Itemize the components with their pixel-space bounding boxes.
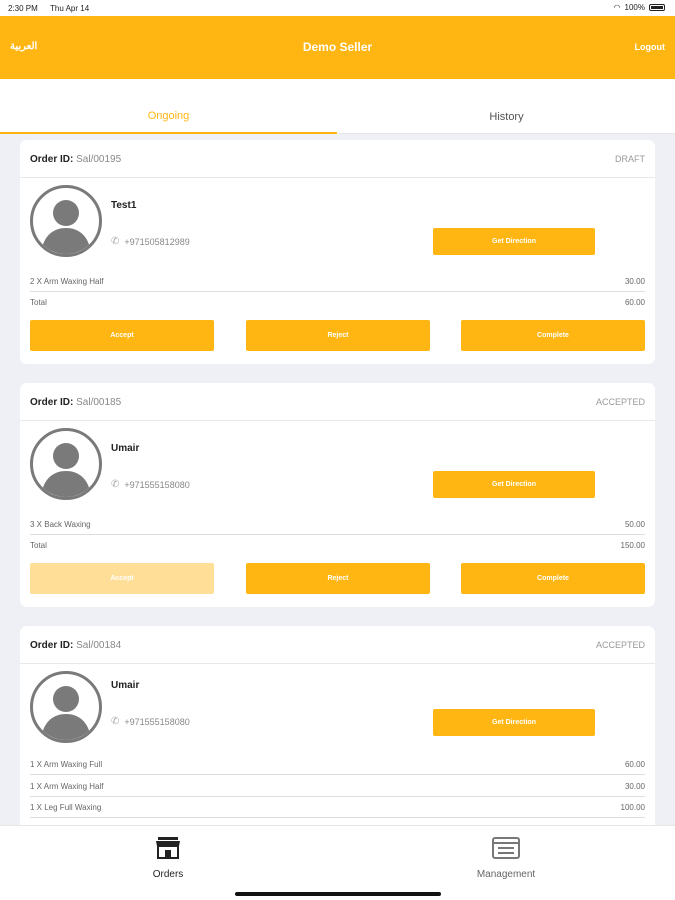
bottom-nav: Orders Management xyxy=(0,825,675,900)
phone-icon: ✆ xyxy=(111,236,120,247)
item-name: 1 X Leg Full Waxing xyxy=(30,803,102,812)
reject-button[interactable]: Reject xyxy=(246,320,430,351)
order-item: 3 X Back Waxing 50.00 xyxy=(30,515,645,535)
order-total-row: Total 60.00 xyxy=(30,293,645,313)
order-id-label: Order ID: xyxy=(30,640,74,651)
complete-button[interactable]: Complete xyxy=(461,320,645,351)
get-direction-button[interactable]: Get Direction xyxy=(433,471,595,498)
order-item: 1 X Leg Full Waxing 100.00 xyxy=(30,798,645,818)
accept-button[interactable]: Accept xyxy=(30,563,214,594)
customer-phone[interactable]: +971555158080 xyxy=(124,717,189,727)
phone-icon: ✆ xyxy=(111,716,120,727)
nav-management-label: Management xyxy=(476,869,536,880)
battery-icon xyxy=(649,4,665,11)
order-id: Sal/00184 xyxy=(76,640,122,651)
get-direction-button[interactable]: Get Direction xyxy=(433,228,595,255)
order-status: ACCEPTED xyxy=(595,640,645,650)
order-card-header: Order ID: Sal/00185 ACCEPTED xyxy=(20,383,655,421)
order-card-header: Order ID: Sal/00195 DRAFT xyxy=(20,140,655,178)
customer-avatar xyxy=(30,185,102,257)
nav-orders[interactable]: Orders xyxy=(68,836,268,880)
app-header: العربية Demo Seller Logout xyxy=(0,16,675,79)
order-status: DRAFT xyxy=(615,154,645,164)
customer-name: Umair xyxy=(111,443,140,454)
order-tabs: Ongoing History xyxy=(0,79,675,134)
order-item: 2 X Arm Waxing Half 30.00 xyxy=(30,272,645,292)
orders-list[interactable]: Order ID: Sal/00195 DRAFT Test1 ✆ +971505… xyxy=(0,134,675,825)
battery-percent: 100% xyxy=(624,3,645,12)
order-card: Order ID: Sal/00184 ACCEPTED Umair ✆ +971… xyxy=(20,626,655,825)
reject-button[interactable]: Reject xyxy=(246,563,430,594)
item-name: 1 X Arm Waxing Full xyxy=(30,760,103,769)
customer-name: Test1 xyxy=(111,200,137,211)
customer-avatar xyxy=(30,428,102,500)
item-name: 3 X Back Waxing xyxy=(30,520,91,529)
total-label: Total xyxy=(30,541,47,550)
store-icon xyxy=(156,837,180,859)
customer-phone[interactable]: +971555158080 xyxy=(124,480,189,490)
total-amount: 60.00 xyxy=(624,298,645,307)
order-id: Sal/00195 xyxy=(76,154,122,165)
order-total-row: Total 150.00 xyxy=(30,536,645,556)
order-id-label: Order ID: xyxy=(30,397,74,408)
status-bar: 2:30 PM Thu Apr 14 ◠ 100% xyxy=(0,0,675,16)
customer-phone[interactable]: +971505812989 xyxy=(124,237,189,247)
total-label: Total xyxy=(30,298,47,307)
customer-name: Umair xyxy=(111,680,140,691)
order-item: 1 X Arm Waxing Full 60.00 xyxy=(30,755,645,775)
order-id-label: Order ID: xyxy=(30,154,74,165)
wifi-icon: ◠ xyxy=(613,3,621,12)
management-icon xyxy=(492,837,520,859)
order-status: ACCEPTED xyxy=(595,397,645,407)
logout-button[interactable]: Logout xyxy=(635,42,666,52)
phone-icon: ✆ xyxy=(111,479,120,490)
customer-avatar xyxy=(30,671,102,743)
home-indicator[interactable] xyxy=(235,892,441,896)
tab-history[interactable]: History xyxy=(338,79,675,134)
user-silhouette-icon xyxy=(41,443,91,497)
tab-ongoing[interactable]: Ongoing xyxy=(0,79,337,134)
complete-button[interactable]: Complete xyxy=(461,563,645,594)
item-price: 50.00 xyxy=(624,520,645,529)
user-silhouette-icon xyxy=(41,686,91,740)
order-card: Order ID: Sal/00195 DRAFT Test1 ✆ +971505… xyxy=(20,140,655,364)
accept-button[interactable]: Accept xyxy=(30,320,214,351)
nav-orders-label: Orders xyxy=(152,869,184,880)
page-title: Demo Seller xyxy=(302,40,373,54)
nav-management[interactable]: Management xyxy=(406,836,606,880)
order-id: Sal/00185 xyxy=(76,397,122,408)
get-direction-button[interactable]: Get Direction xyxy=(433,709,595,736)
order-card: Order ID: Sal/00185 ACCEPTED Umair ✆ +971… xyxy=(20,383,655,607)
order-item: 1 X Arm Waxing Half 30.00 xyxy=(30,777,645,797)
item-price: 30.00 xyxy=(624,277,645,286)
user-silhouette-icon xyxy=(41,200,91,254)
item-price: 30.00 xyxy=(624,782,645,791)
total-amount: 150.00 xyxy=(620,541,645,550)
status-date: Thu Apr 14 xyxy=(50,4,90,13)
item-name: 1 X Arm Waxing Half xyxy=(30,782,104,791)
order-card-header: Order ID: Sal/00184 ACCEPTED xyxy=(20,626,655,664)
status-time: 2:30 PM xyxy=(8,4,38,13)
item-price: 100.00 xyxy=(620,803,645,812)
item-price: 60.00 xyxy=(624,760,645,769)
item-name: 2 X Arm Waxing Half xyxy=(30,277,104,286)
